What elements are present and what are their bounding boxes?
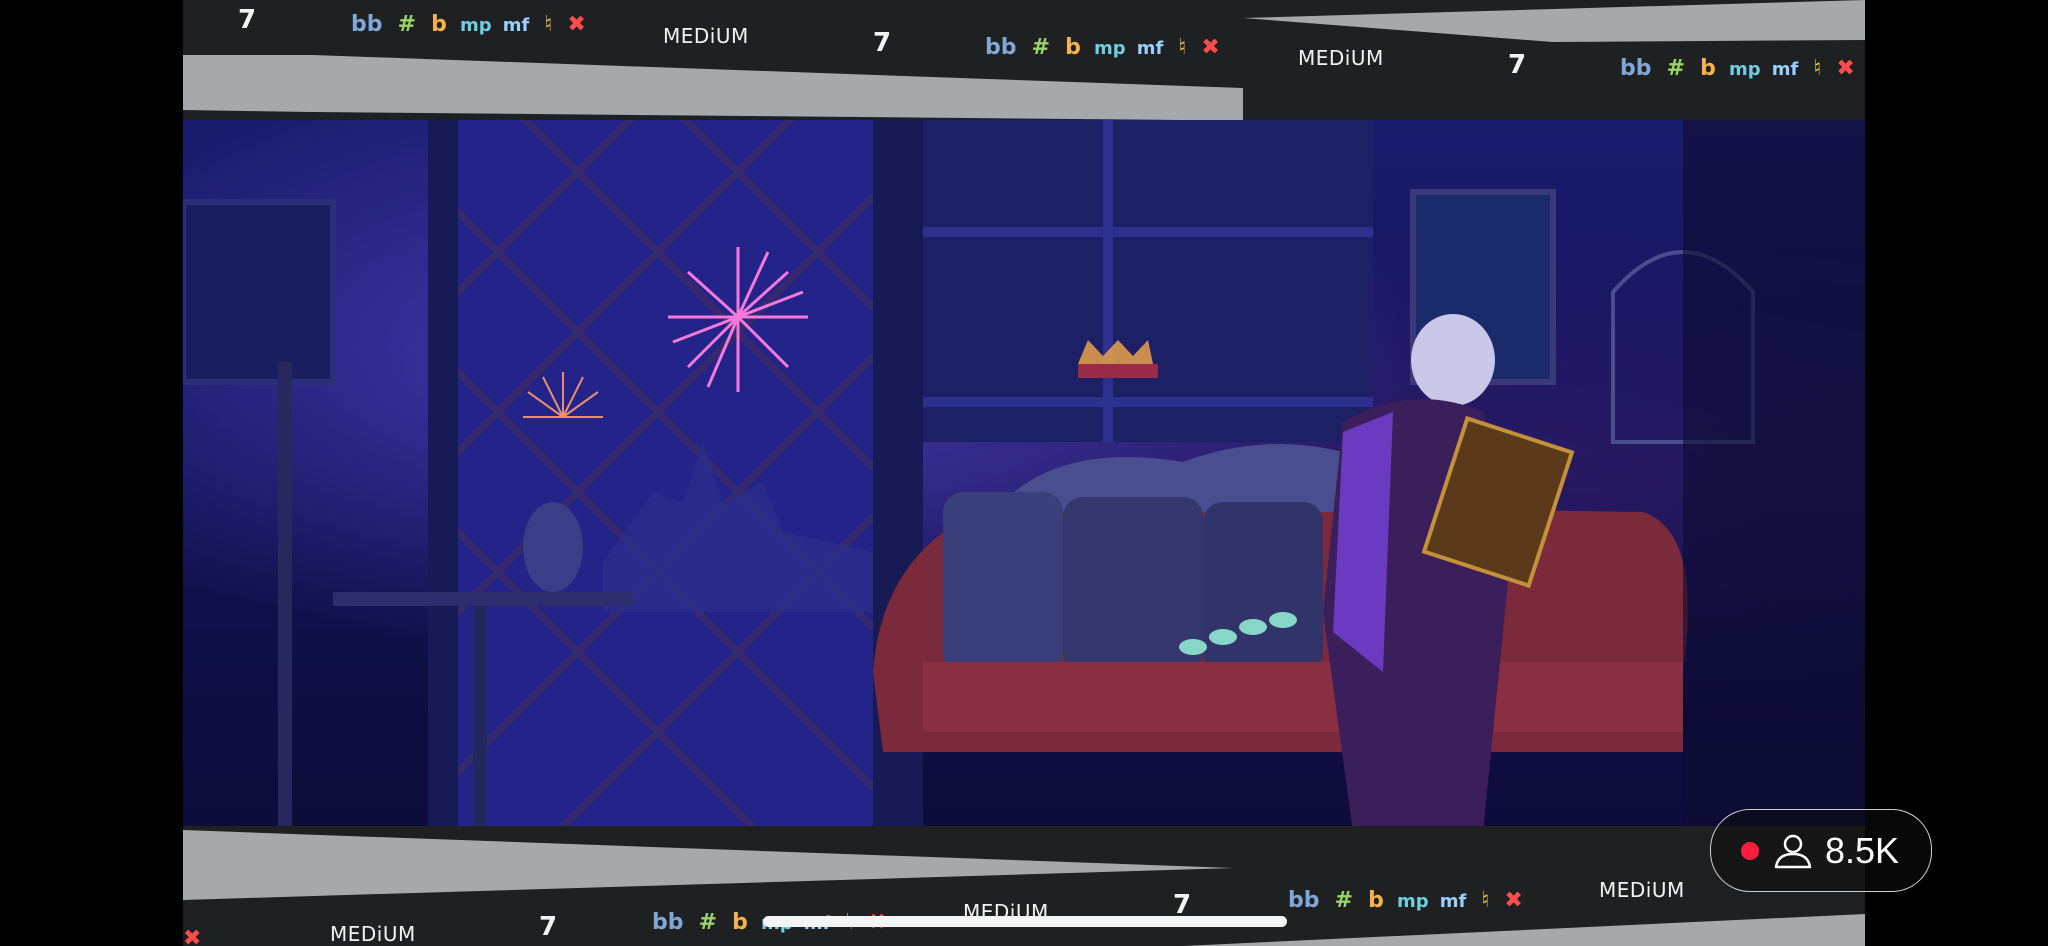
mp-symbol: mp [1093, 38, 1126, 59]
bottom-overlay-band: ✖ MEDiUM 7 bb # b mp mf ♮ ✖ MEDiUM 7 bb … [183, 826, 1865, 946]
double-sharp-symbol: ✖ [1836, 56, 1855, 81]
mf-symbol: mf [1136, 38, 1164, 59]
sharp-symbol: # [698, 910, 718, 935]
live-viewer-badge[interactable]: 8.5K [1710, 809, 1932, 892]
dynamics-symbols: bb # b mp mf ♮ ✖ [1288, 888, 1523, 913]
flat-symbol: b [1368, 888, 1384, 913]
double-flat-symbol: bb [652, 910, 684, 935]
rest-symbol: 7 [539, 912, 558, 942]
double-flat-symbol: bb [1620, 56, 1652, 81]
medium-label: MEDiUM [1298, 46, 1384, 70]
rest-symbol: 7 [873, 28, 892, 58]
mf-symbol: mf [502, 15, 530, 36]
dynamics-symbols: bb # b mp mf ♮ ✖ [351, 12, 586, 37]
sharp-symbol: # [1334, 888, 1354, 913]
live-dot-icon [1741, 841, 1759, 860]
dynamics-symbols: bb # b mp mf ♮ ✖ [985, 35, 1220, 60]
home-indicator[interactable] [763, 916, 1287, 927]
mf-symbol: mf [1771, 59, 1799, 80]
flat-symbol: b [732, 910, 748, 935]
rest-symbol: 7 [238, 5, 257, 35]
dynamics-symbols: bb # b mp mf ♮ ✖ [1620, 56, 1855, 81]
sharp-symbol: # [1031, 35, 1051, 60]
video-player[interactable]: 7 bb # b mp mf ♮ ✖ MEDiUM 7 bb # b mp mf… [183, 0, 1865, 946]
double-sharp-symbol: ✖ [1504, 888, 1523, 913]
double-sharp-symbol: ✖ [183, 926, 202, 946]
sharp-symbol: # [397, 12, 417, 37]
medium-label: MEDiUM [663, 24, 749, 48]
natural-symbol: ♮ [1481, 888, 1490, 913]
mp-symbol: mp [1728, 59, 1761, 80]
person-icon [1774, 834, 1812, 868]
natural-symbol: ♮ [1813, 56, 1822, 81]
double-flat-symbol: bb [985, 35, 1017, 60]
double-flat-symbol: bb [351, 12, 383, 37]
double-flat-symbol: bb [1288, 888, 1320, 913]
flat-symbol: b [431, 12, 447, 37]
top-overlay-band: 7 bb # b mp mf ♮ ✖ MEDiUM 7 bb # b mp mf… [183, 0, 1865, 120]
flat-symbol: b [1065, 35, 1081, 60]
video-frame [183, 112, 1865, 832]
natural-symbol: ♮ [1178, 35, 1187, 60]
double-sharp-symbol: ✖ [1201, 35, 1220, 60]
mp-symbol: mp [1396, 891, 1429, 912]
flat-symbol: b [1700, 56, 1716, 81]
mp-symbol: mp [459, 15, 492, 36]
natural-symbol: ♮ [544, 12, 553, 37]
double-sharp-symbol: ✖ [567, 12, 586, 37]
medium-label: MEDiUM [330, 922, 416, 946]
mf-symbol: mf [1439, 891, 1467, 912]
room-illustration [183, 112, 1865, 832]
viewer-count: 8.5K [1825, 829, 1900, 871]
sharp-symbol: # [1666, 56, 1686, 81]
medium-label: MEDiUM [1599, 878, 1685, 902]
rest-symbol: 7 [1508, 50, 1527, 80]
